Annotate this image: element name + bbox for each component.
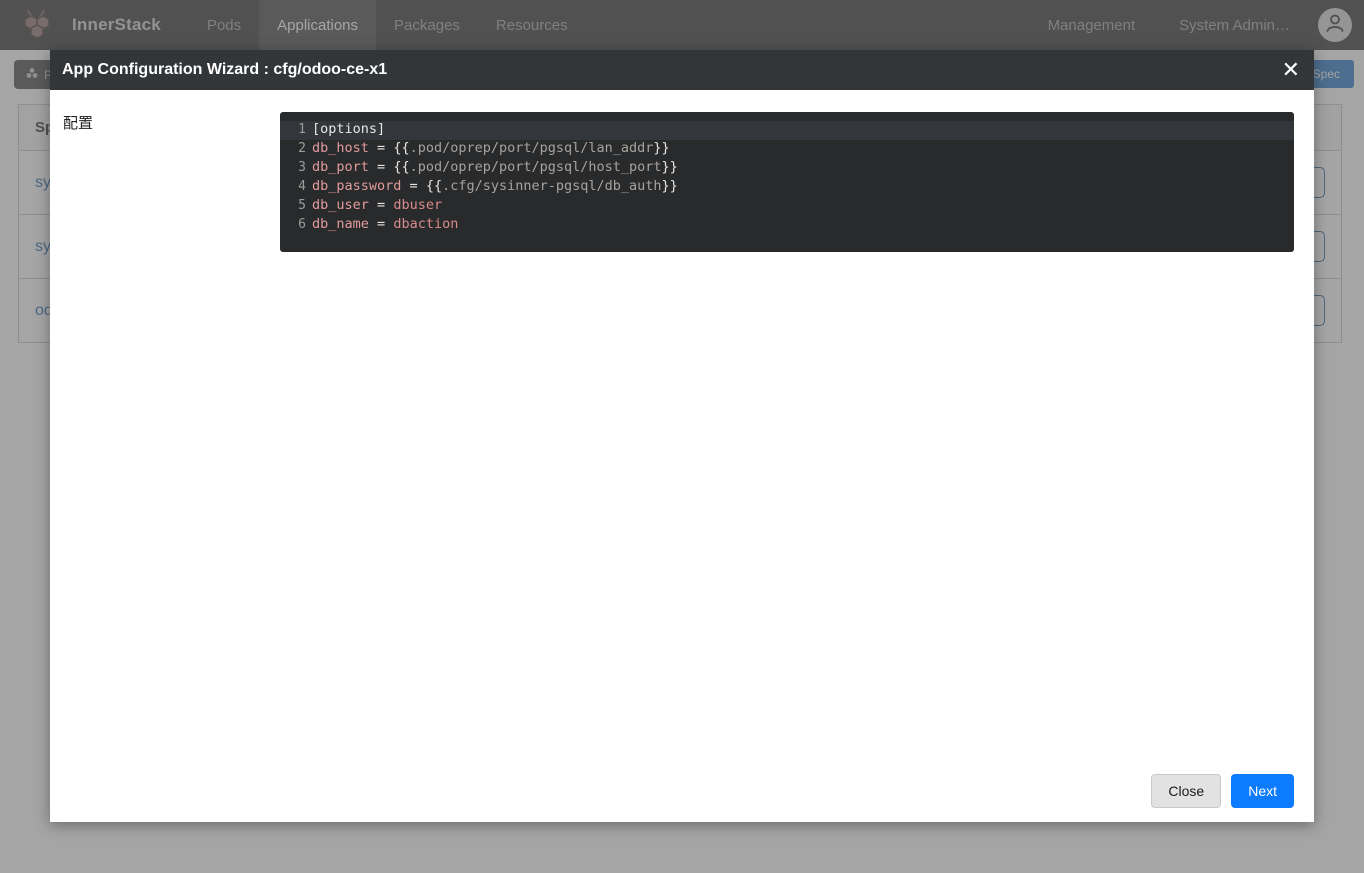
code-line-number: 4: [298, 179, 306, 194]
code-line: 2 db_host = {{.pod/oprep/port/pgsql/lan_a…: [280, 140, 1294, 159]
modal-title: App Configuration Wizard : cfg/odoo-ce-x…: [62, 61, 388, 78]
close-button[interactable]: Close: [1151, 774, 1222, 808]
code-line-text: db_host = {{.pod/oprep/port/pgsql/lan_ad…: [312, 140, 670, 156]
code-line: 4 db_password = {{.cfg/sysinner-pgsql/db_…: [280, 178, 1294, 197]
code-line: 3 db_port = {{.pod/oprep/port/pgsql/host_…: [280, 159, 1294, 178]
code-line-text: db_user = dbuser: [312, 197, 443, 213]
code-line: 6 db_name = dbaction: [280, 216, 1294, 235]
config-section-label: 配置: [63, 114, 94, 132]
app-configuration-wizard-modal: App Configuration Wizard : cfg/odoo-ce-x…: [50, 50, 1314, 822]
config-code-block[interactable]: 1 [options] 2 db_host = {{.pod/oprep/port/p…: [280, 112, 1294, 252]
modal-body: 配置 1 [options] 2 db_host = {{.pod/oprep/por…: [50, 90, 1314, 760]
code-line: 1 [options]: [280, 121, 1294, 140]
code-line-number: 5: [298, 198, 306, 213]
modal-footer: Close Next: [50, 760, 1314, 822]
modal-header: App Configuration Wizard : cfg/odoo-ce-x…: [50, 50, 1314, 90]
code-line-text: db_name = dbaction: [312, 216, 459, 232]
code-line-number: 2: [298, 141, 306, 156]
code-line-text: db_password = {{.cfg/sysinner-pgsql/db_a…: [312, 178, 678, 194]
code-line-number: 1: [298, 122, 306, 137]
code-line-number: 3: [298, 160, 306, 175]
code-line: 5 db_user = dbuser: [280, 197, 1294, 216]
code-line-text: [options]: [312, 121, 386, 137]
close-x-icon[interactable]: ✕: [1280, 59, 1302, 81]
next-button[interactable]: Next: [1231, 774, 1294, 808]
code-line-number: 6: [298, 217, 306, 232]
code-line-text: db_port = {{.pod/oprep/port/pgsql/host_p…: [312, 159, 678, 175]
